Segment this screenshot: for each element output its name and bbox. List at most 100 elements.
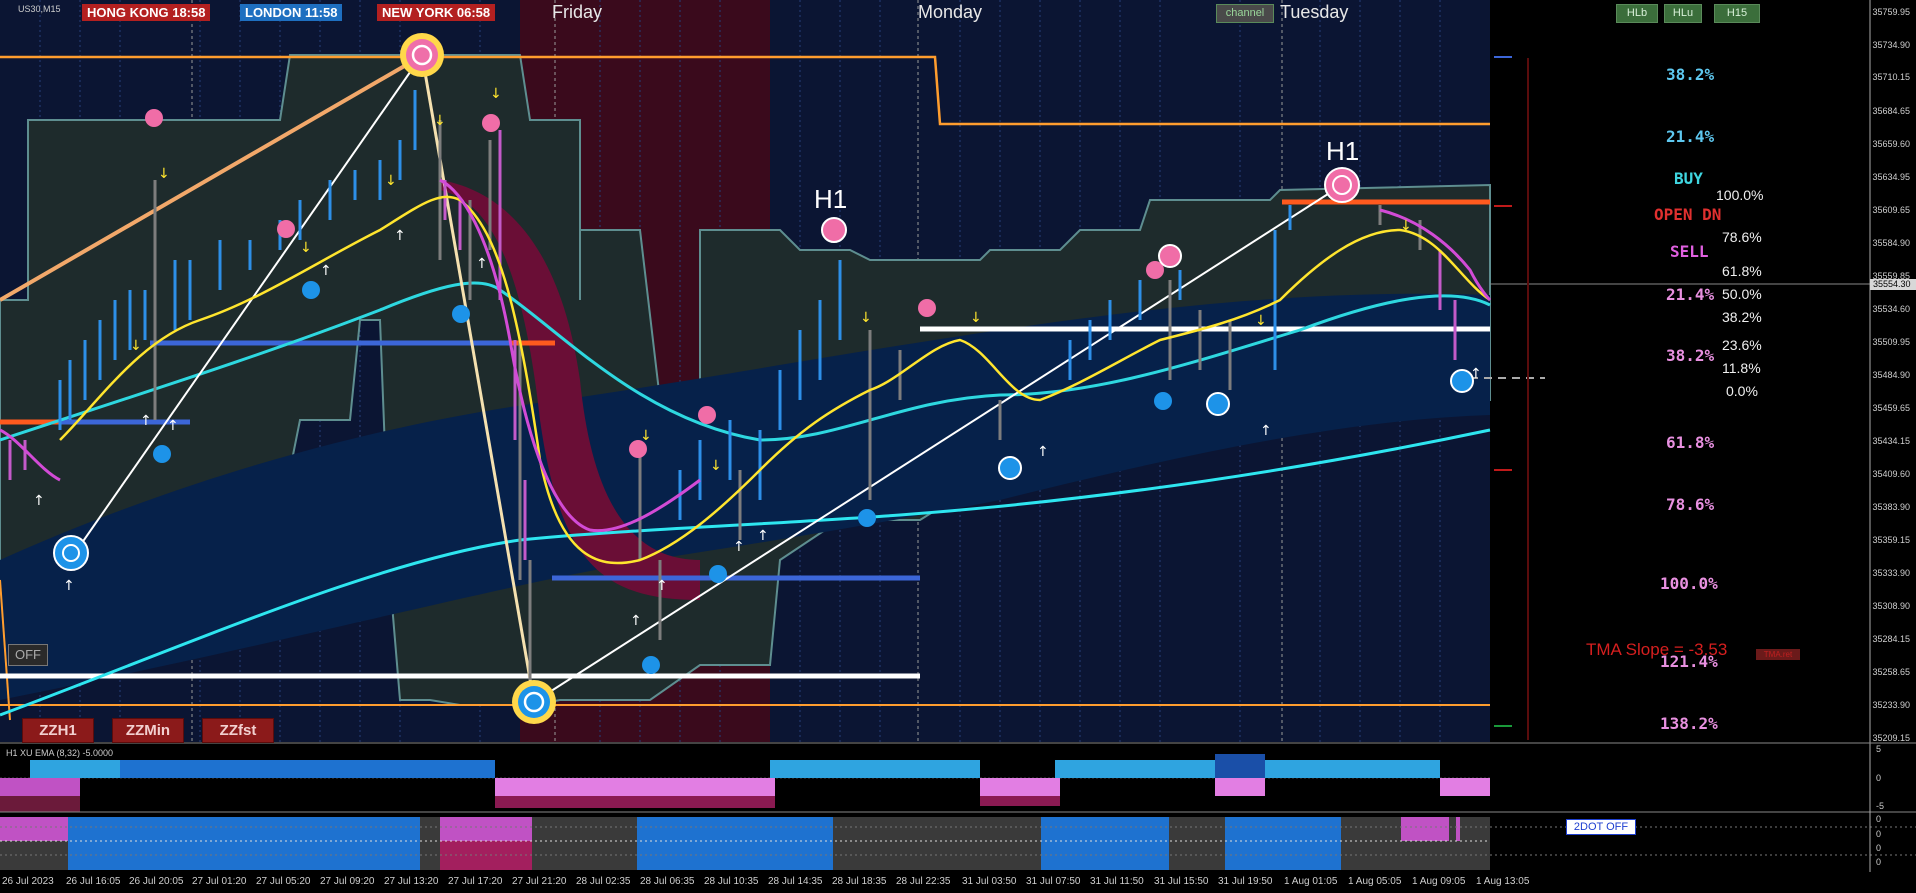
day-label-tuesday: Tuesday <box>1280 2 1349 22</box>
svg-text:↑: ↑ <box>320 263 332 279</box>
main-price-chart[interactable]: ↓ ↓ ↓ ↓ ↓ ↓ ↓ ↓ ↓ ↓ ↓ ↓ ↑ ↑ ↑ ↑ ↑ ↑ ↑ ↑ ↑ ↑ ↑ ↑ ↑ ↑ <box>0 0 1916 744</box>
price-tick: 35409.60 <box>1872 469 1910 479</box>
sub1-axis-tick: -5 <box>1876 801 1885 811</box>
time-tick: 27 Jul 05:20 <box>256 876 311 887</box>
svg-text:↑: ↑ <box>63 578 75 594</box>
svg-text:↓: ↓ <box>434 113 446 129</box>
zzh1-button[interactable]: ZZH1 <box>22 718 94 743</box>
fib-white-level: 0.0% <box>1726 383 1758 399</box>
price-tick: 35759.95 <box>1872 7 1910 17</box>
svg-text:↓: ↓ <box>300 240 312 256</box>
price-tick: 35434.15 <box>1872 436 1910 446</box>
time-tick: 27 Jul 13:20 <box>384 876 439 887</box>
time-tick: 28 Jul 06:35 <box>640 876 695 887</box>
price-tick: 35333.90 <box>1872 568 1910 578</box>
price-tick: 35459.65 <box>1872 403 1910 413</box>
zzmin-button[interactable]: ZZMin <box>112 718 184 743</box>
svg-text:↓: ↓ <box>1400 218 1412 234</box>
fib-white-level: 23.6% <box>1722 337 1762 353</box>
fib-white-level: 100.0% <box>1716 187 1764 203</box>
tma-small-button[interactable]: TMA.ret <box>1756 649 1800 660</box>
price-tick: 35233.90 <box>1872 700 1910 710</box>
sub1-axis-tick: 5 <box>1876 744 1882 754</box>
price-tick: 35710.15 <box>1872 72 1910 82</box>
time-tick: 27 Jul 21:20 <box>512 876 567 887</box>
time-tick: 27 Jul 09:20 <box>320 876 375 887</box>
time-tick: 1 Aug 09:05 <box>1412 876 1466 887</box>
h1-high-marker-friday <box>821 217 847 243</box>
fib-white-level: 61.8% <box>1722 263 1762 279</box>
price-tick: 35383.90 <box>1872 502 1910 512</box>
time-tick: 28 Jul 14:35 <box>768 876 823 887</box>
fib-level: 38.2% <box>1666 346 1715 365</box>
price-tick: 35634.95 <box>1872 172 1910 182</box>
svg-text:↑: ↑ <box>656 578 668 594</box>
time-tick: 26 Jul 2023 <box>2 876 54 887</box>
time-tick: 26 Jul 16:05 <box>66 876 121 887</box>
price-tick: 35534.60 <box>1872 304 1910 314</box>
svg-text:↑: ↑ <box>394 228 406 244</box>
svg-text:↓: ↓ <box>860 310 872 326</box>
price-tick: 35484.90 <box>1872 370 1910 380</box>
price-tick: 35359.15 <box>1872 535 1910 545</box>
time-tick: 28 Jul 10:35 <box>704 876 759 887</box>
zzfst-button[interactable]: ZZfst <box>202 718 274 743</box>
h1-label-tuesday: H1 <box>1326 136 1360 166</box>
svg-text:↑: ↑ <box>33 493 45 509</box>
price-tick: 35609.65 <box>1872 205 1910 215</box>
h1-label-friday: H1 <box>814 184 848 214</box>
symbol-label: US30,M15 <box>18 4 61 14</box>
fib-white-level: 11.8% <box>1722 360 1761 376</box>
h1-high-marker <box>1324 167 1360 203</box>
price-tick: 35308.90 <box>1872 601 1910 611</box>
svg-text:↑: ↑ <box>1470 366 1482 382</box>
fib-level: 78.6% <box>1666 495 1715 514</box>
day-label-monday: Monday <box>918 2 983 22</box>
sub2-axis-tick: 0 <box>1876 814 1882 824</box>
xu-ema-subwindow[interactable] <box>0 744 1916 813</box>
sub2-axis-tick: 0 <box>1876 857 1882 867</box>
session-new-york: NEW YORK 06:58 <box>377 4 496 21</box>
fib-level: 138.2% <box>1660 714 1718 733</box>
off-button[interactable]: OFF <box>8 644 48 666</box>
time-tick: 31 Jul 03:50 <box>962 876 1017 887</box>
fib-level: 21.4% <box>1666 285 1715 304</box>
hlu-button[interactable]: HLu <box>1664 4 1702 23</box>
svg-text:↓: ↓ <box>490 86 502 102</box>
price-tick: 35209.15 <box>1872 733 1910 743</box>
buy-label: BUY <box>1674 169 1703 188</box>
hlb-button[interactable]: HLb <box>1616 4 1658 23</box>
day-label-friday: Friday <box>552 2 603 22</box>
price-tick: 35684.65 <box>1872 106 1910 116</box>
sub2-axis-tick: 0 <box>1876 843 1882 853</box>
fib-level: 21.4% <box>1666 127 1715 146</box>
svg-text:↓: ↓ <box>130 338 142 354</box>
price-tick: 35258.65 <box>1872 667 1910 677</box>
fib-level: 61.8% <box>1666 433 1715 452</box>
time-tick: 1 Aug 13:05 <box>1476 876 1530 887</box>
subwindow-1-title: H1 XU EMA (8,32) -5.0000 <box>6 748 114 758</box>
channel-button[interactable]: channel <box>1216 4 1274 23</box>
price-tick: 35584.90 <box>1872 238 1910 248</box>
zigzag-top-marker <box>400 33 444 77</box>
time-tick: 31 Jul 15:50 <box>1154 876 1209 887</box>
fib-white-level: 50.0% <box>1722 286 1762 302</box>
svg-text:↑: ↑ <box>140 413 152 429</box>
time-tick: 1 Aug 05:05 <box>1348 876 1402 887</box>
fib-level: 100.0% <box>1660 574 1718 593</box>
h15-button[interactable]: H15 <box>1714 4 1760 23</box>
time-tick: 26 Jul 20:05 <box>129 876 184 887</box>
time-tick: 28 Jul 22:35 <box>896 876 951 887</box>
sub2-axis-tick: 0 <box>1876 829 1882 839</box>
session-london: LONDON 11:58 <box>240 4 343 21</box>
two-dot-off-button[interactable]: 2DOT OFF <box>1566 819 1636 835</box>
session-hong-kong: HONG KONG 18:58 <box>82 4 211 21</box>
svg-text:↓: ↓ <box>710 458 722 474</box>
time-tick: 31 Jul 11:50 <box>1090 876 1144 887</box>
svg-text:↓: ↓ <box>385 173 397 189</box>
svg-text:↓: ↓ <box>1255 313 1267 329</box>
fib-level: 38.2% <box>1666 65 1715 84</box>
svg-text:↑: ↑ <box>1260 423 1272 439</box>
price-tick: 35509.95 <box>1872 337 1910 347</box>
sell-label: SELL <box>1670 242 1709 261</box>
